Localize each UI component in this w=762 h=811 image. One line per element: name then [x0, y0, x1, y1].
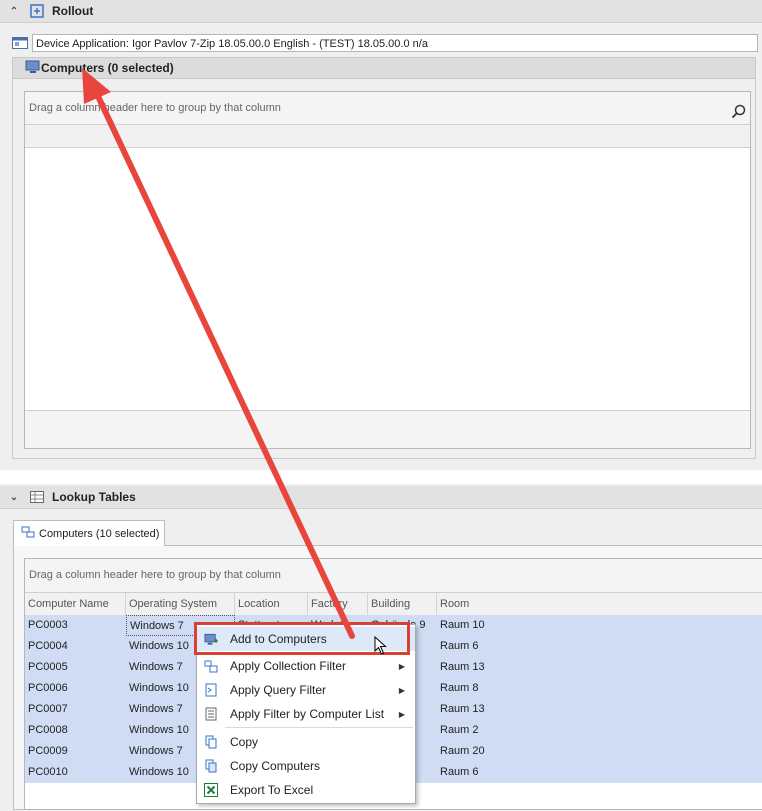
computers-panel-header: Computers (0 selected) — [12, 57, 756, 79]
menu-item-label: Apply Collection Filter — [230, 659, 347, 673]
col-header-building[interactable]: Building — [368, 593, 437, 615]
tab-computers[interactable]: Computers (10 selected) — [13, 520, 165, 546]
lookup-grid-header: Computer Name Operating System Location … — [25, 593, 762, 616]
col-header-factory[interactable]: Factory — [308, 593, 368, 615]
submenu-arrow-icon: ▶ — [398, 685, 405, 695]
table-cell: Raum 6 — [440, 640, 479, 652]
list-filter-icon — [204, 707, 218, 721]
mouse-cursor-icon — [374, 635, 388, 659]
rollout-icon — [30, 4, 44, 18]
computers-icon — [25, 60, 41, 77]
menu-item-label: Apply Filter by Computer List — [230, 707, 385, 721]
table-cell: PC0008 — [28, 724, 68, 736]
submenu-arrow-icon: ▶ — [398, 661, 405, 671]
menu-item-apply-filter-by-computer-list[interactable]: Apply Filter by Computer List ▶ — [197, 702, 415, 726]
rollout-section-header[interactable]: ⌃ Rollout — [0, 0, 762, 23]
menu-item-label: Export To Excel — [230, 783, 314, 797]
lookup-title: Lookup Tables — [52, 490, 136, 504]
col-header-room[interactable]: Room — [437, 593, 762, 615]
computers-panel-title: Computers (0 selected) — [41, 61, 174, 75]
col-header-computer-name[interactable]: Computer Name — [25, 593, 126, 615]
lookup-group-by-bar[interactable]: Drag a column header here to group by th… — [25, 559, 762, 593]
table-cell: Raum 8 — [440, 682, 479, 694]
menu-item-label: Copy Computers — [230, 759, 321, 773]
menu-item-copy-computers[interactable]: Copy Computers — [197, 754, 415, 778]
copy-icon — [204, 735, 218, 749]
table-cell: PC0006 — [28, 682, 68, 694]
table-cell: Raum 13 — [440, 661, 485, 673]
table-cell: Raum 20 — [440, 745, 485, 757]
collection-filter-icon — [204, 659, 218, 673]
table-cell: Raum 6 — [440, 766, 479, 778]
application-combo[interactable]: Device Application: Igor Pavlov 7-Zip 18… — [32, 34, 758, 52]
grid-footer — [25, 411, 750, 448]
menu-item-label: Copy — [230, 735, 259, 749]
table-cell: Raum 10 — [440, 619, 485, 631]
table-cell: PC0004 — [28, 640, 68, 652]
collapse-chevron-icon[interactable]: ⌃ — [6, 6, 22, 17]
application-icon — [12, 37, 28, 49]
tab-computers-label: Computers (10 selected) — [39, 527, 160, 540]
menu-item-label: Apply Query Filter — [230, 683, 327, 697]
computers-tab-icon — [21, 526, 35, 541]
group-by-hint: Drag a column header here to group by th… — [29, 102, 281, 114]
add-computers-icon — [204, 632, 218, 646]
table-cell: PC0009 — [28, 745, 68, 757]
table-cell: PC0005 — [28, 661, 68, 673]
table-icon — [30, 490, 44, 504]
lookup-section-header[interactable]: ⌄ Lookup Tables — [0, 486, 762, 509]
copy-computers-icon — [204, 759, 218, 773]
expand-chevron-icon[interactable]: ⌄ — [6, 492, 22, 503]
menu-item-copy[interactable]: Copy — [197, 730, 415, 754]
section-spacer — [0, 470, 762, 484]
menu-item-label: Add to Computers — [230, 632, 327, 646]
table-cell: PC0003 — [28, 619, 68, 631]
submenu-arrow-icon: ▶ — [398, 709, 405, 719]
table-cell: Raum 13 — [440, 703, 485, 715]
computers-grid-header — [25, 125, 750, 148]
lookup-group-by-hint: Drag a column header here to group by th… — [29, 569, 281, 581]
excel-icon — [204, 783, 218, 797]
query-filter-icon — [204, 683, 218, 697]
computers-grid[interactable]: Drag a column header here to group by th… — [24, 91, 751, 449]
table-cell: PC0007 — [28, 703, 68, 715]
col-header-operating-system[interactable]: Operating System — [126, 593, 235, 615]
menu-item-export-to-excel[interactable]: Export To Excel — [197, 778, 415, 802]
menu-separator — [225, 727, 413, 728]
menu-item-apply-query-filter[interactable]: Apply Query Filter ▶ — [197, 678, 415, 702]
group-by-bar[interactable]: Drag a column header here to group by th… — [25, 92, 750, 125]
table-cell: Raum 2 — [440, 724, 479, 736]
table-cell: PC0010 — [28, 766, 68, 778]
col-header-location[interactable]: Location — [235, 593, 308, 615]
rollout-title: Rollout — [52, 4, 94, 18]
